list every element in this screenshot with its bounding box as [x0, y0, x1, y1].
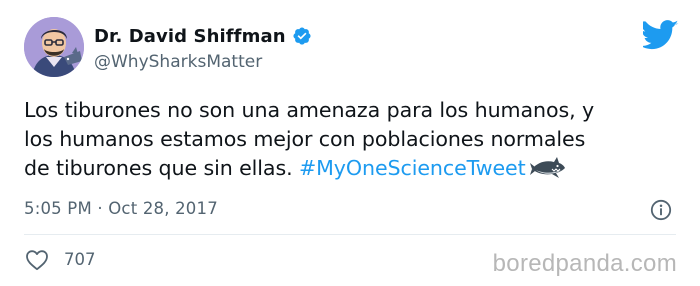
like-count: 707: [64, 250, 96, 269]
tweet-card: Dr. David Shiffman @WhySharksMatter Los …: [0, 0, 700, 286]
tweet-text-line: Los tiburones no son una amenaza para lo…: [24, 98, 595, 122]
twitter-bird-icon[interactable]: [640, 20, 679, 50]
watermark: boredpanda.com: [492, 250, 677, 277]
info-icon[interactable]: [650, 199, 672, 221]
tweet-text: Los tiburones no son una amenaza para lo…: [24, 96, 684, 183]
verified-check-icon: [292, 26, 312, 46]
avatar[interactable]: [24, 17, 84, 77]
tweet-text-line: de tiburones que sin ellas. #MyOneScienc…: [24, 154, 684, 183]
divider: [24, 234, 676, 235]
author-name-row: Dr. David Shiffman: [94, 24, 312, 48]
author-handle[interactable]: @WhySharksMatter: [94, 52, 262, 72]
hashtag-link[interactable]: #MyOneScienceTweet: [299, 156, 526, 180]
tweet-text-line: los humanos estamos mejor con poblacione…: [24, 127, 586, 151]
avatar-illustration: [24, 17, 84, 77]
tweet-time: 5:05 PM: [24, 199, 92, 218]
timestamp-separator: ·: [97, 199, 103, 218]
heart-outline-icon[interactable]: [25, 249, 49, 271]
tweet-timestamp[interactable]: 5:05 PM · Oct 28, 2017: [24, 199, 218, 218]
shark-emoji: [529, 157, 566, 179]
tweet-date: Oct 28, 2017: [108, 199, 218, 218]
tweet-text-fragment: de tiburones que sin ellas.: [24, 156, 299, 180]
author-name[interactable]: Dr. David Shiffman: [94, 26, 286, 47]
